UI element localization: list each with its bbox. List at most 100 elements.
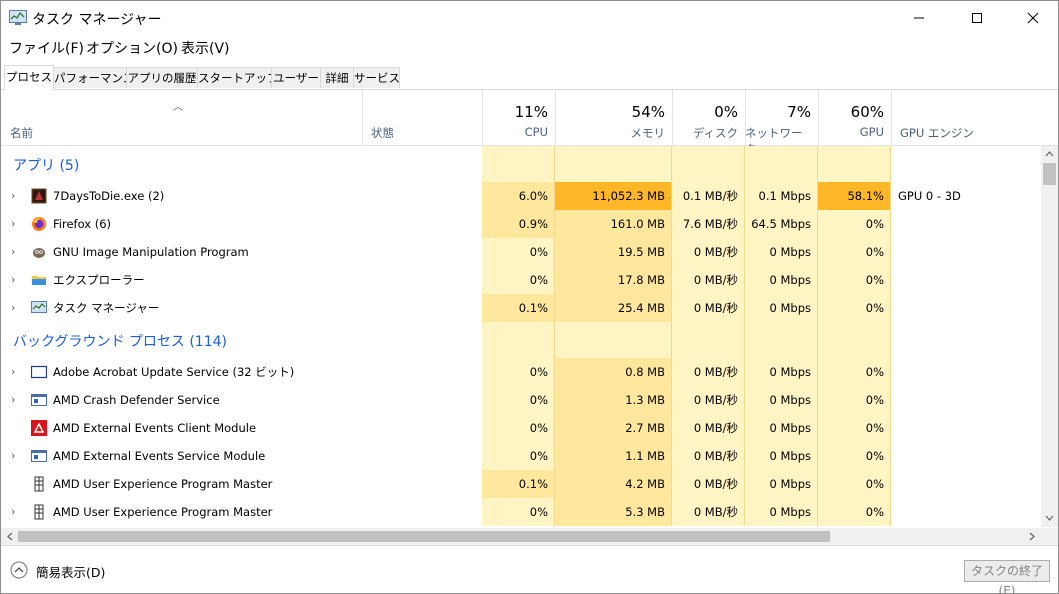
horizontal-scrollbar-graphic (7, 531, 1035, 542)
process-mem-value: 1.1 MB (555, 442, 672, 470)
group-heat-cell (555, 146, 672, 182)
group-heat-cell (555, 322, 672, 358)
maximize-icon (972, 13, 982, 23)
group-apps[interactable]: アプリ (5) (1, 146, 1041, 182)
process-net-value: 0 Mbps (745, 266, 818, 294)
process-net-value: 0 Mbps (745, 498, 818, 526)
process-name: エクスプローラー (53, 273, 145, 287)
expand-chevron-icon[interactable]: › (11, 182, 15, 210)
process-gpu-value: 58.1% (818, 182, 891, 210)
process-name: 7DaysToDie.exe (2) (53, 189, 165, 203)
menu-view[interactable]: 表示(V) (181, 38, 230, 58)
expand-chevron-icon[interactable]: › (11, 442, 15, 470)
process-disk-value: 0 MB/秒 (672, 358, 745, 386)
tab-details[interactable]: 詳細 (320, 67, 354, 88)
fewer-details-link[interactable]: 簡易表示(D) (36, 562, 105, 581)
process-cpu-value: 6.0% (482, 182, 555, 210)
column-network[interactable]: 7% ネットワーク (745, 90, 819, 156)
expand-chevron-icon[interactable]: › (11, 498, 15, 526)
process-disk-value: 0 MB/秒 (672, 266, 745, 294)
tab-startup[interactable]: スタートアップ (197, 67, 279, 88)
task-manager-icon (9, 10, 27, 25)
process-mem-value: 25.4 MB (555, 294, 672, 322)
process-cpu-value: 0% (482, 358, 555, 386)
process-name: AMD External Events Client Module (53, 421, 257, 435)
end-task-button[interactable]: タスクの終了(E) (964, 560, 1050, 593)
tab-app-history[interactable]: アプリの履歴 (126, 67, 198, 88)
process-name: Firefox (6) (53, 217, 112, 231)
process-row[interactable]: AMD User Experience Program Master 0.1% 4.… (1, 470, 1041, 498)
maximize-button[interactable] (954, 1, 1000, 35)
column-status[interactable]: 状態 (362, 90, 483, 145)
process-row[interactable]: › 7DaysToDie.exe (2) 6.0% 11,052.3 MB 0.1 MB… (1, 182, 1041, 210)
process-net-value: 64.5 Mbps (745, 210, 818, 238)
process-name: GNU Image Manipulation Program (53, 245, 249, 259)
close-icon (1027, 12, 1039, 24)
process-mem-value: 4.2 MB (555, 470, 672, 498)
column-header: ︿ 名前 状態 11% CPU 54% メモリ 0% ディスク 7% ネットワー… (1, 90, 1058, 156)
process-disk-value: 0 MB/秒 (672, 386, 745, 414)
process-name: AMD Crash Defender Service (53, 393, 220, 407)
column-gpu-engine[interactable]: GPU エンジン (891, 90, 1058, 145)
process-row[interactable]: › Firefox (6) 0.9% 161.0 MB 7.6 MB/秒 64.5 Mbp… (1, 210, 1041, 238)
process-net-value: 0 Mbps (745, 358, 818, 386)
column-disk[interactable]: 0% ディスク (672, 90, 746, 145)
expand-chevron-icon[interactable]: › (11, 238, 15, 266)
process-cpu-value: 0.1% (482, 294, 555, 322)
tab-services[interactable]: サービス (353, 67, 400, 88)
expand-chevron-icon[interactable]: › (11, 358, 15, 386)
process-gpu-value: 0% (818, 294, 891, 322)
column-cpu[interactable]: 11% CPU (482, 90, 556, 145)
column-name[interactable]: ︿ 名前 (1, 90, 363, 145)
tab-bar: プロセス パフォーマンス アプリの履歴 スタートアップ ユーザー 詳細 サービス (1, 65, 1058, 90)
service-icon (31, 392, 47, 408)
amd-icon (31, 420, 47, 436)
horizontal-scrollbar[interactable] (1, 528, 1058, 545)
process-mem-value: 2.7 MB (555, 414, 672, 442)
game-icon (31, 188, 47, 204)
window-title: タスク マネージャー (32, 12, 162, 28)
process-row[interactable]: › タスク マネージャー 0.1% 25.4 MB 0 MB/秒 0 Mbps 0% (1, 294, 1041, 322)
column-gpu[interactable]: 60% GPU (818, 90, 892, 145)
vertical-scrollbar[interactable] (1041, 146, 1058, 527)
process-cpu-value: 0% (482, 442, 555, 470)
collapse-details-icon[interactable] (10, 561, 28, 582)
close-button[interactable] (1010, 1, 1056, 35)
process-net-value: 0 Mbps (745, 238, 818, 266)
process-mem-value: 19.5 MB (555, 238, 672, 266)
process-row[interactable]: › Adobe Acrobat Update Service (32 ビット) 0%… (1, 358, 1041, 386)
process-row[interactable]: AMD External Events Client Module 0% 2.7 M… (1, 414, 1041, 442)
footer: 簡易表示(D) タスクの終了(E) (1, 545, 1058, 593)
tab-performance[interactable]: パフォーマンス (53, 67, 134, 88)
expand-chevron-icon[interactable]: › (11, 266, 15, 294)
menu-options[interactable]: オプション(O) (86, 38, 178, 58)
expand-chevron-icon[interactable]: › (11, 386, 15, 414)
process-net-value: 0.1 Mbps (745, 182, 818, 210)
tab-users[interactable]: ユーザー (271, 67, 321, 88)
tab-processes[interactable]: プロセス (4, 65, 54, 90)
process-disk-value: 0 MB/秒 (672, 442, 745, 470)
column-memory[interactable]: 54% メモリ (555, 90, 673, 145)
process-row[interactable]: › AMD Crash Defender Service 0% 1.3 MB 0 MB/… (1, 386, 1041, 414)
expand-chevron-icon[interactable]: › (11, 294, 15, 322)
title-bar[interactable]: タスク マネージャー (1, 1, 1058, 35)
gimp-icon (31, 244, 47, 260)
process-row[interactable]: › AMD External Events Service Module 0% 1.1… (1, 442, 1041, 470)
group-heat-cell (672, 146, 745, 182)
process-row[interactable]: › GNU Image Manipulation Program 0% 19.5 MB… (1, 238, 1041, 266)
process-gpu-value: 0% (818, 238, 891, 266)
group-background[interactable]: バックグラウンド プロセス (114) (1, 322, 1041, 358)
process-row[interactable]: › AMD User Experience Program Master 0% 5.3… (1, 498, 1041, 526)
process-list: アプリ (5) › 7DaysToDie.exe (2) 6.0% 11,052.3 M… (1, 146, 1041, 527)
process-disk-value: 7.6 MB/秒 (672, 210, 745, 238)
expand-chevron-icon[interactable]: › (11, 210, 15, 238)
process-gpu-value: 0% (818, 498, 891, 526)
menu-file[interactable]: ファイル(F) (9, 38, 84, 58)
process-disk-value: 0 MB/秒 (672, 414, 745, 442)
group-heading: バックグラウンド プロセス (114) (13, 334, 227, 350)
process-row[interactable]: › エクスプローラー 0% 17.8 MB 0 MB/秒 0 Mbps 0% (1, 266, 1041, 294)
minimize-button[interactable] (896, 1, 942, 35)
group-heat-cell (672, 322, 745, 358)
process-gpu-value: 0% (818, 358, 891, 386)
process-mem-value: 17.8 MB (555, 266, 672, 294)
